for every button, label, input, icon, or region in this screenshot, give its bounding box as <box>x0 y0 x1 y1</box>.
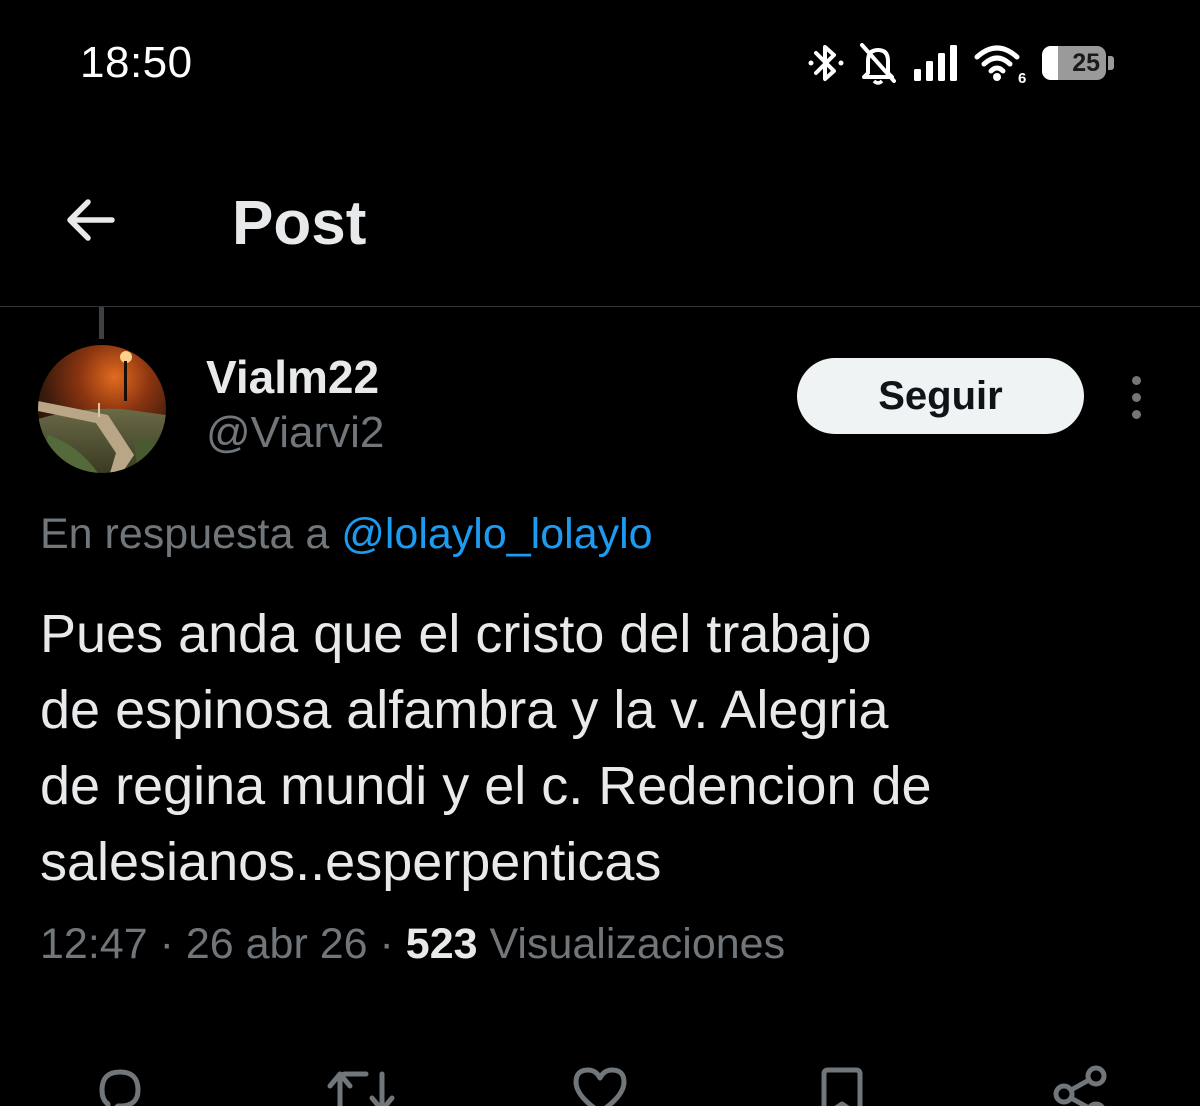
bookmark-button[interactable] <box>810 1060 874 1106</box>
reply-context: En respuesta a @lolaylo_lolaylo <box>40 510 653 559</box>
reply-prefix: En respuesta a <box>40 510 330 558</box>
post-time: 12:47 <box>40 920 148 968</box>
bluetooth-icon <box>808 41 844 85</box>
top-bar: Post <box>0 130 1200 307</box>
more-dot <box>1131 392 1141 402</box>
like-icon <box>568 1060 632 1106</box>
action-bar <box>0 1050 1200 1106</box>
avatar[interactable] <box>38 345 166 473</box>
arrow-left-icon <box>62 196 118 249</box>
post-meta: 12:47 · 26 abr 26 · 523 Visualizaciones <box>40 920 785 969</box>
status-icons: 6 25 <box>808 38 1116 88</box>
wifi-badge: 6 <box>1018 70 1026 85</box>
thread-connector <box>99 307 104 339</box>
reply-button[interactable] <box>88 1060 152 1106</box>
follow-button[interactable]: Seguir <box>797 358 1084 434</box>
back-button[interactable] <box>56 188 124 256</box>
repost-button[interactable] <box>326 1060 395 1106</box>
bell-off-icon <box>858 41 898 85</box>
more-dot <box>1131 409 1141 419</box>
views-label[interactable]: Visualizaciones <box>489 920 785 968</box>
post-text: Pues anda que el cristo del trabajo de e… <box>40 604 932 892</box>
status-time: 18:50 <box>80 38 193 87</box>
more-options-button[interactable] <box>1116 372 1156 422</box>
like-button[interactable] <box>568 1060 632 1106</box>
battery-icon: 25 <box>1042 44 1116 82</box>
status-bar: 18:50 6 25 <box>0 0 1200 130</box>
author-handle[interactable]: @Viarvi2 <box>206 408 384 458</box>
more-dot <box>1131 375 1141 385</box>
meta-separator: · <box>379 920 394 968</box>
wifi-icon: 6 <box>974 41 1028 85</box>
author-name[interactable]: Vialm22 <box>206 350 379 404</box>
post-screen: 18:50 6 25 Post Vialm22 @Viarvi2 Seguir … <box>0 0 1200 1106</box>
views-count: 523 <box>405 920 478 968</box>
page-title: Post <box>232 189 367 258</box>
share-icon <box>1048 1060 1112 1106</box>
bookmark-icon <box>810 1060 874 1106</box>
repost-icon <box>326 1060 395 1106</box>
reply-handle-link[interactable]: @lolaylo_lolaylo <box>341 510 652 558</box>
share-button[interactable] <box>1048 1060 1112 1106</box>
post-date: 26 abr 26 <box>185 920 368 968</box>
battery-level: 25 <box>1072 49 1100 77</box>
meta-separator: · <box>159 920 174 968</box>
signal-icon <box>912 43 960 83</box>
reply-icon <box>88 1060 152 1106</box>
